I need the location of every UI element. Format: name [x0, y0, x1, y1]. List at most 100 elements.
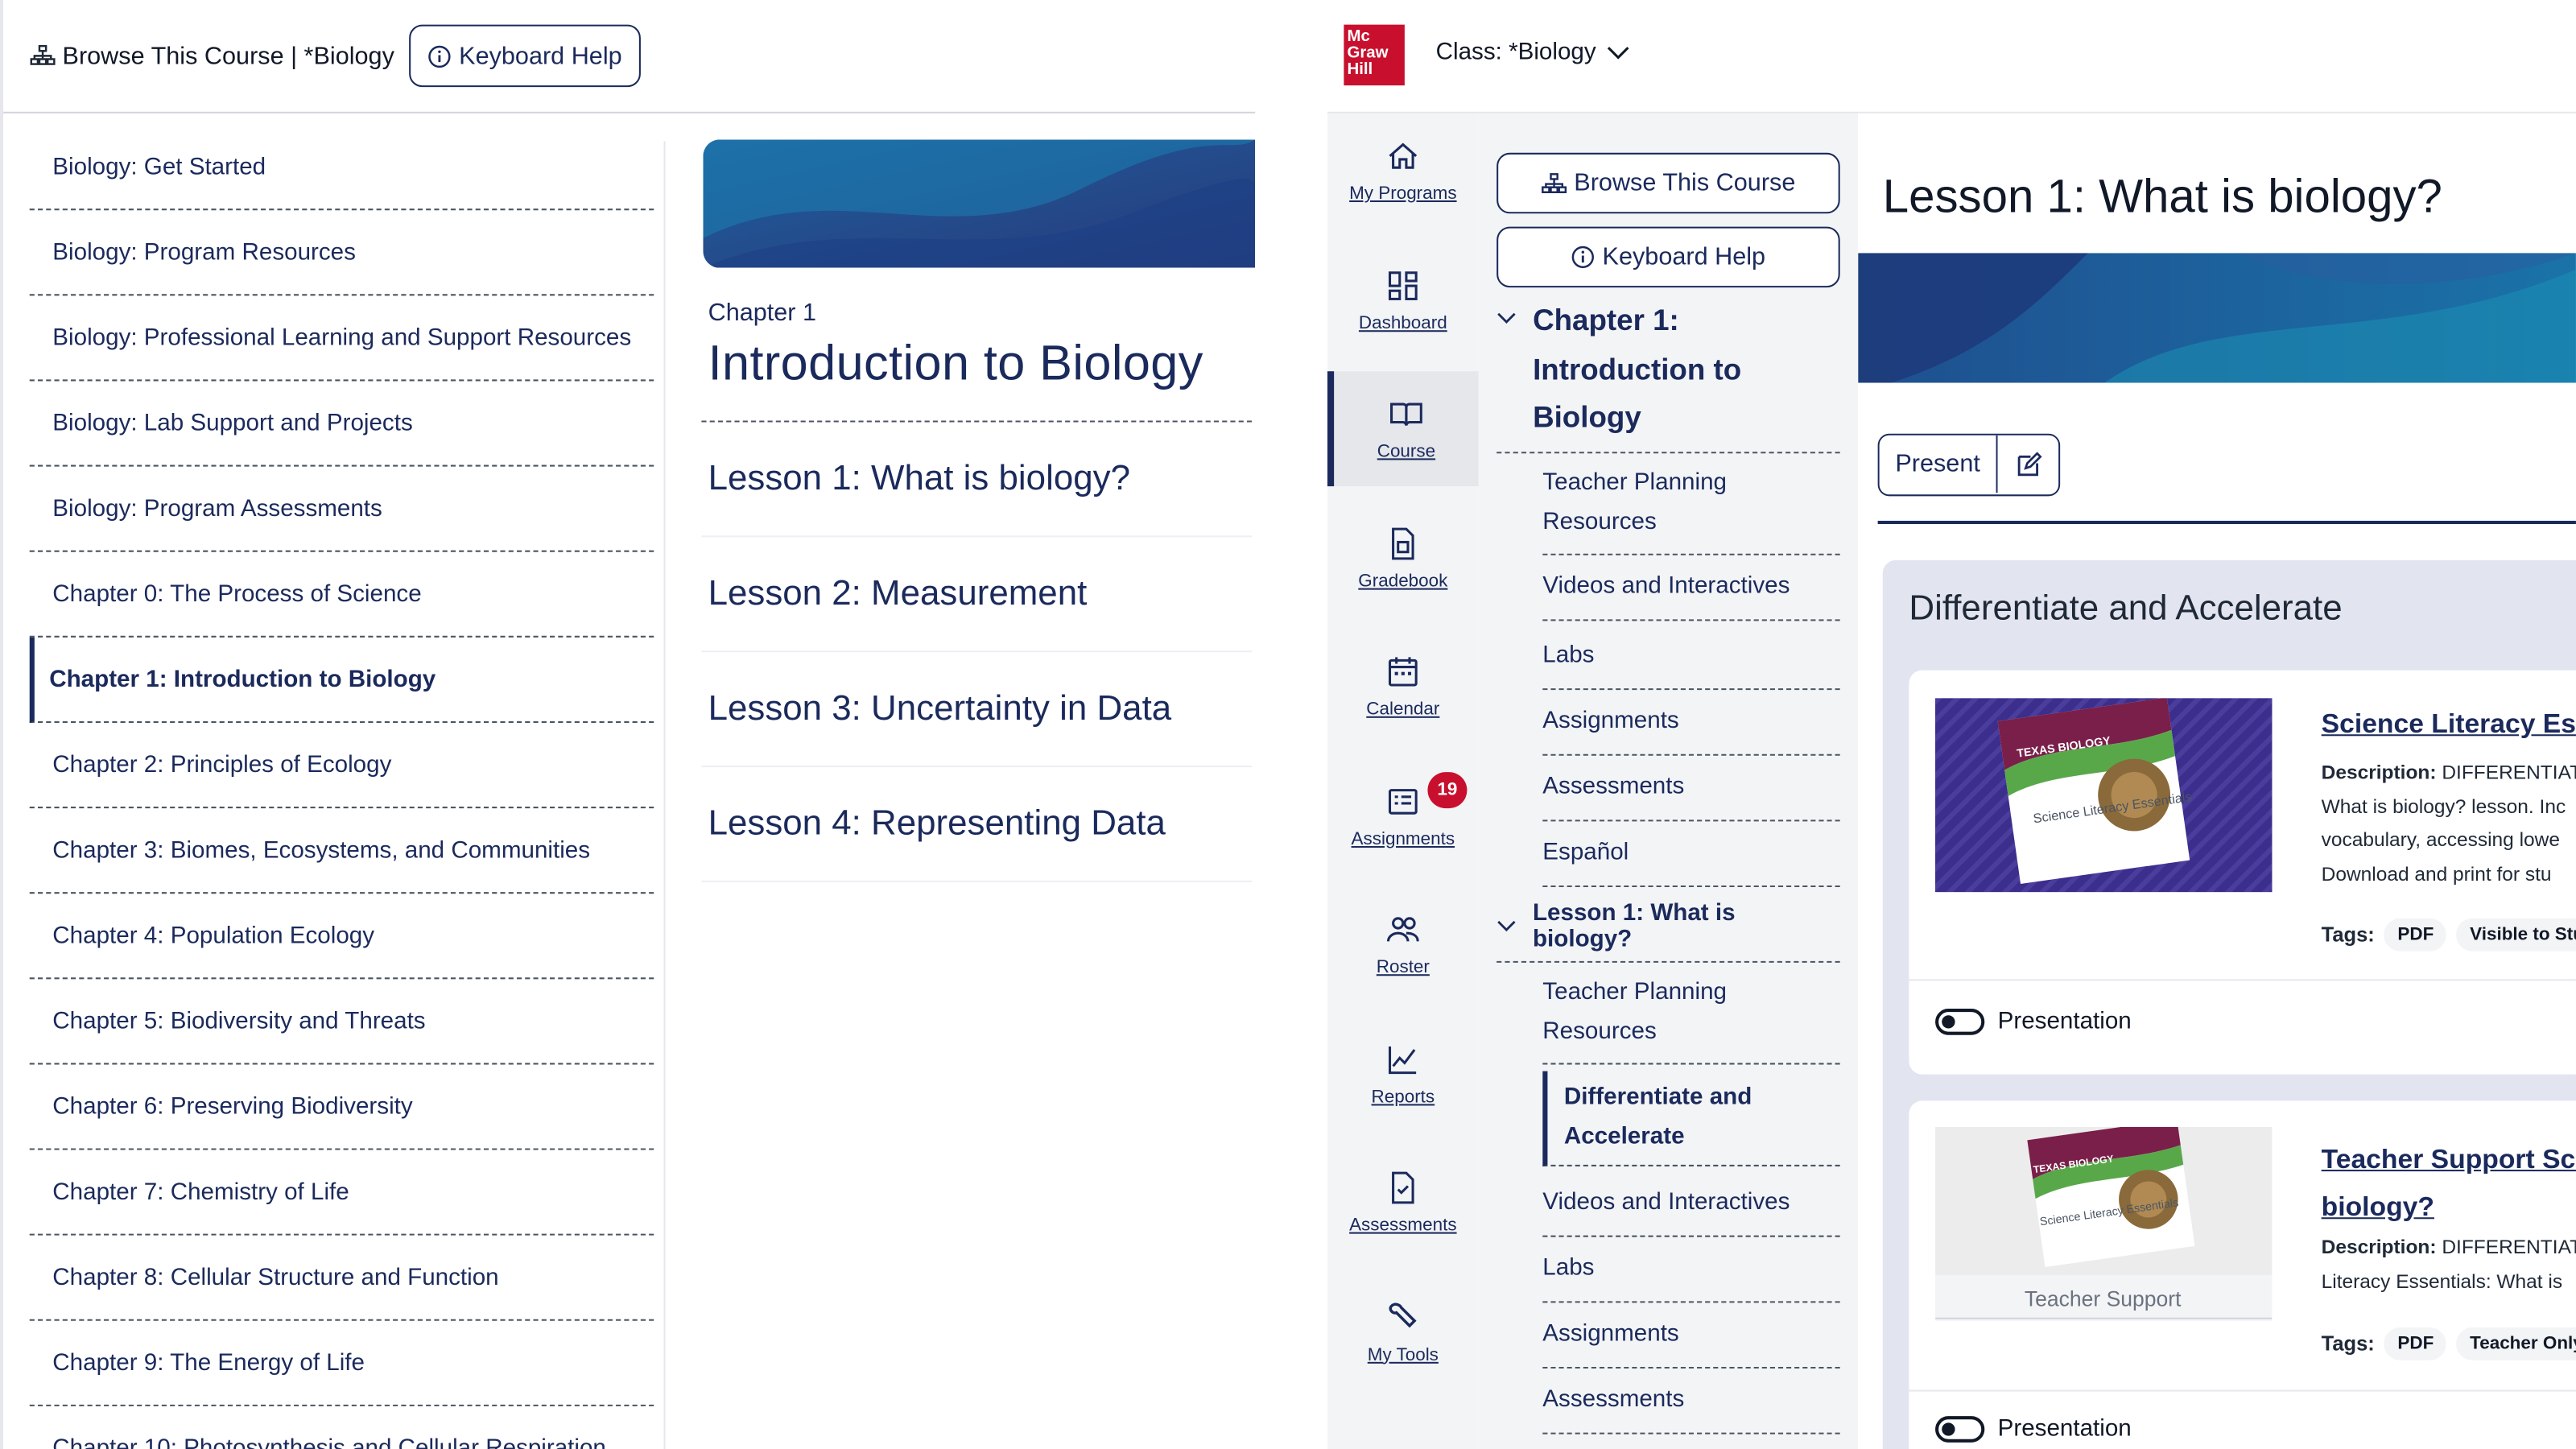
resource-thumbnail[interactable]: TEXAS BIOLOGY Science Literacy Essential…	[1935, 698, 2273, 893]
nav-item[interactable]: Teacher Planning Resources	[1542, 963, 1840, 1065]
toggle-switch[interactable]	[1935, 1009, 1985, 1035]
assignments-icon	[1388, 788, 1418, 814]
edit-icon	[2017, 451, 2041, 476]
course-item[interactable]: Chapter 5: Biodiversity and Threats	[29, 979, 654, 1065]
course-item[interactable]: Chapter 8: Cellular Structure and Functi…	[29, 1236, 654, 1321]
rail-calendar[interactable]: Calendar	[1327, 630, 1479, 745]
tag-pdf: PDF	[2384, 918, 2447, 952]
course-outline-list: Biology: Get Started Biology: Program Res…	[29, 125, 654, 1449]
gradebook-icon	[1392, 526, 1414, 559]
rail-dashboard[interactable]: Dashboard	[1327, 242, 1479, 357]
nav-item[interactable]: Differentiate and Accelerate	[1542, 1071, 1840, 1166]
nav-item[interactable]: Videos and Interactives	[1542, 555, 1840, 621]
course-item[interactable]: Chapter 9: The Energy of Life	[29, 1321, 654, 1406]
rail-roster[interactable]: Roster	[1327, 887, 1479, 1002]
course-item[interactable]: Biology: Lab Support and Projects	[29, 381, 654, 467]
thumb-caption: Teacher Support	[2025, 1286, 2182, 1311]
roster-icon	[1386, 917, 1419, 942]
lesson-banner-image	[1858, 253, 2576, 383]
course-item[interactable]: Chapter 3: Biomes, Ecosystems, and Commu…	[29, 808, 654, 894]
nav-item[interactable]: Labs	[1542, 625, 1840, 691]
lesson-section-toggle[interactable]: Lesson 1: What is biology?	[1496, 890, 1840, 963]
resource-card: TEXAS BIOLOGY Science Literacy Essential…	[1909, 670, 2576, 1075]
presentation-toggle[interactable]: Presentation	[1935, 1416, 2132, 1443]
tools-icon	[1389, 1302, 1417, 1327]
lesson-list: Lesson 1: What is biology? Lesson 2: Meas…	[701, 420, 1253, 882]
class-selector[interactable]: Class: *Biology	[1436, 39, 1629, 66]
chapter-section-toggle[interactable]: Chapter 1: Introduction to Biology	[1496, 297, 1840, 454]
course-item[interactable]: Biology: Professional Learning and Suppo…	[29, 295, 654, 382]
course-item[interactable]: Chapter 4: Population Ecology	[29, 894, 654, 980]
course-item[interactable]: Biology: Get Started	[29, 125, 654, 211]
nav-item[interactable]: Labs	[1542, 1237, 1840, 1303]
home-icon	[1389, 142, 1418, 169]
lesson-link[interactable]: Lesson 2: Measurement	[701, 537, 1253, 653]
divider	[1909, 979, 2576, 981]
keyboard-help-button[interactable]: Keyboard Help	[409, 24, 641, 88]
browse-course-panel: Browse This Course | *Biology Keyboard H…	[0, 0, 1256, 1449]
tag-visibility: Visible to Stud	[2456, 918, 2576, 952]
dashboard-icon	[1388, 270, 1418, 299]
rail-label: Reports	[1371, 1086, 1435, 1107]
rail-label: Course	[1377, 441, 1436, 462]
course-item[interactable]: Chapter 10: Photosynthesis and Cellular …	[30, 1406, 654, 1449]
reports-icon	[1388, 1045, 1417, 1074]
lesson-section-title: Lesson 1: What is biology?	[1532, 899, 1736, 952]
nav-item[interactable]: Assignments	[1542, 1302, 1840, 1368]
course-viewer-panel: Mc Graw Hill Class: *Biology My Programs Da…	[1327, 0, 2576, 1449]
resource-tags: Tags: PDF Teacher Only	[2322, 1327, 2576, 1360]
toggle-switch[interactable]	[1935, 1416, 1985, 1443]
lesson-content: Lesson 1: What is biology? Present Diffe…	[1858, 113, 2576, 1449]
rail-my-tools[interactable]: My Tools	[1327, 1274, 1479, 1389]
nav-item[interactable]: Assignments	[1542, 690, 1840, 756]
info-icon	[1572, 246, 1595, 269]
panel-divider	[663, 141, 666, 1449]
lesson-link[interactable]: Lesson 3: Uncertainty in Data	[701, 652, 1253, 768]
rail-course[interactable]: Course	[1327, 371, 1479, 487]
tag-pdf: PDF	[2384, 1327, 2447, 1360]
rail-gradebook[interactable]: Gradebook	[1327, 500, 1479, 615]
course-item[interactable]: Chapter 0: The Process of Science	[29, 552, 654, 638]
chapter-section-title: Chapter 1: Introduction to Biology	[1533, 303, 1742, 434]
nav-item[interactable]: Videos and Interactives	[1542, 1171, 1840, 1237]
differentiate-section: Differentiate and Accelerate TEXAS BIOLO…	[1882, 559, 2576, 1449]
resource-title-link[interactable]: Science Literacy Ess	[2322, 710, 2576, 741]
course-item[interactable]: Biology: Program Assessments	[29, 467, 654, 552]
browse-title: Browse This Course | *Biology	[30, 42, 394, 70]
nav-item[interactable]: Assessments	[1542, 756, 1840, 822]
lesson-link[interactable]: Lesson 4: Representing Data	[701, 767, 1253, 882]
chevron-down-icon	[1497, 312, 1516, 324]
nav-item[interactable]: Español	[1542, 821, 1840, 888]
browse-header: Browse This Course | *Biology Keyboard H…	[3, 0, 1256, 114]
resource-title-link[interactable]: Teacher Support Scie biology?	[2322, 1137, 2576, 1232]
nav-item[interactable]: Teacher Planning Resources	[1542, 453, 1840, 555]
section-title: Differentiate and Accelerate	[1909, 588, 2343, 628]
course-item[interactable]: Chapter 2: Principles of Ecology	[29, 723, 654, 809]
rail-reports[interactable]: Reports	[1327, 1016, 1479, 1131]
browse-course-button[interactable]: Browse This Course	[1496, 152, 1840, 214]
nav-item[interactable]: Assessments	[1542, 1368, 1840, 1435]
presentation-toggle[interactable]: Presentation	[1935, 1009, 2132, 1035]
rail-assessments[interactable]: Assessments	[1327, 1145, 1479, 1260]
chevron-down-icon	[1606, 46, 1629, 59]
course-item[interactable]: Chapter 7: Chemistry of Life	[29, 1150, 654, 1236]
chapter-title: Introduction to Biology	[708, 336, 1203, 391]
lesson-link[interactable]: Lesson 1: What is biology?	[701, 422, 1253, 538]
edit-button[interactable]	[1997, 435, 2059, 493]
chapter-label: Chapter 1	[708, 299, 817, 328]
rail-my-programs[interactable]: My Programs	[1327, 114, 1479, 229]
rail-assignments[interactable]: Assignments 19	[1327, 758, 1479, 873]
present-button[interactable]: Present	[1879, 435, 1998, 493]
divider	[1877, 520, 2576, 523]
resource-thumbnail[interactable]: TEXAS BIOLOGY Science Literacy Essential…	[1935, 1126, 2273, 1321]
keyboard-help-button[interactable]: Keyboard Help	[1496, 226, 1840, 288]
present-toolbar: Present	[1877, 433, 2061, 497]
rail-label: Assignments	[1351, 828, 1455, 849]
lesson-title: Lesson 1: What is biology?	[1882, 171, 2442, 224]
sitemap-icon	[1542, 172, 1567, 192]
course-item[interactable]: Chapter 1: Introduction to Biology	[29, 637, 654, 723]
course-item[interactable]: Chapter 6: Preserving Biodiversity	[29, 1064, 654, 1150]
icon-rail: My Programs Dashboard Course Gradebook Calen…	[1327, 113, 1479, 1449]
course-item[interactable]: Biology: Program Resources	[29, 210, 654, 296]
resource-tags: Tags: PDF Visible to Stud	[2322, 918, 2576, 952]
